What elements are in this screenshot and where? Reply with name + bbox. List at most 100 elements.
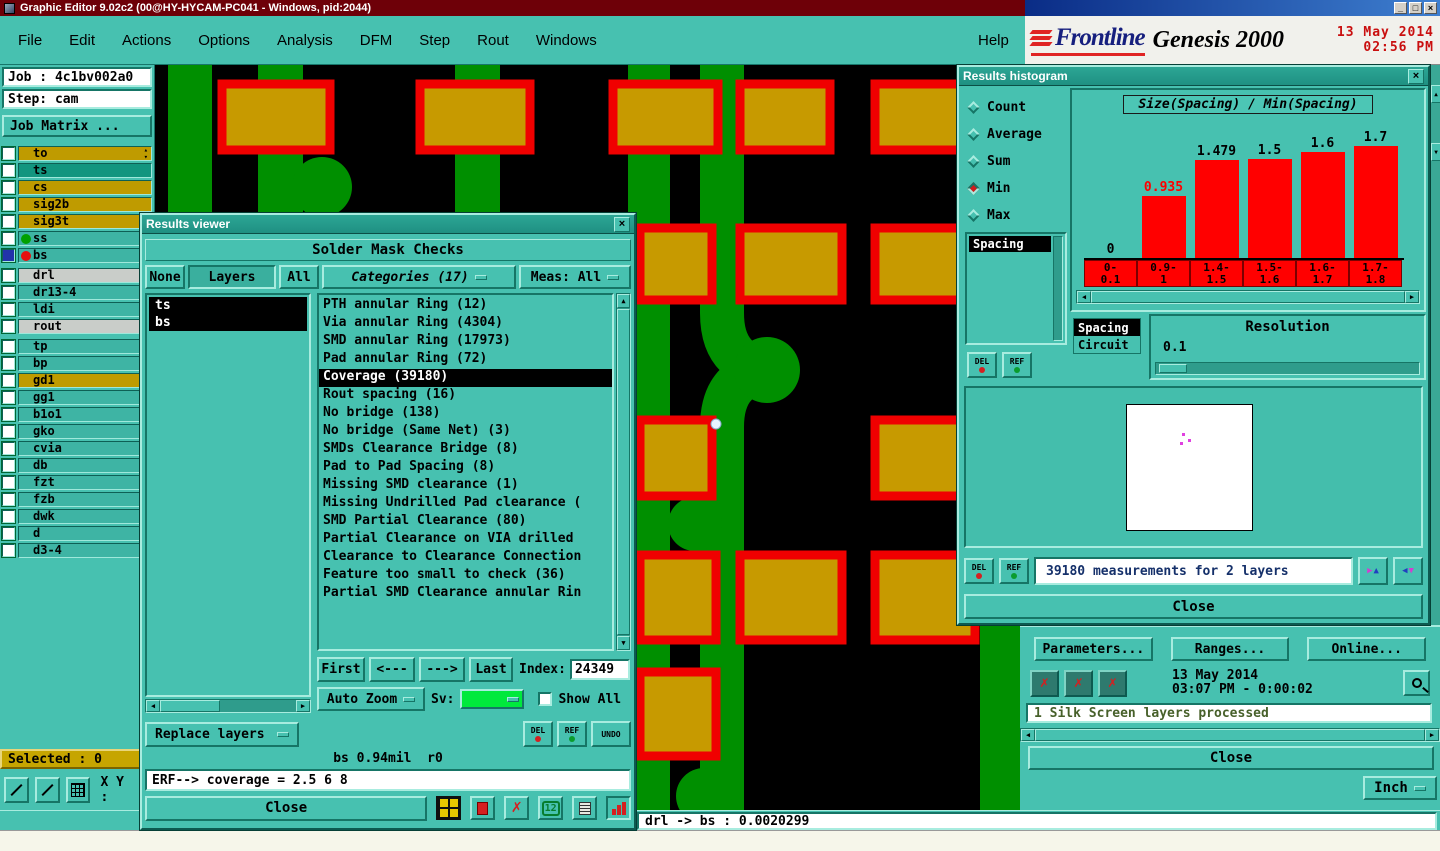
layer-row-ts[interactable]: ts <box>1 162 154 178</box>
layer-checkbox[interactable] <box>1 491 16 507</box>
result-preview-panel[interactable] <box>964 386 1423 548</box>
index-input[interactable]: 24349 <box>569 659 630 680</box>
discard-button[interactable]: ✗ <box>504 796 530 820</box>
filter-layers-button[interactable]: Layers <box>188 265 276 289</box>
layer-checkbox[interactable] <box>1 525 16 541</box>
scroll-down-icon[interactable]: ▼ <box>1431 143 1440 161</box>
layer-row-cs[interactable]: cs <box>1 179 154 195</box>
category-item[interactable]: Feature too small to check (36) <box>319 567 612 585</box>
category-item[interactable]: Partial SMD Clearance annular Rin <box>319 585 612 603</box>
layer-checkbox[interactable] <box>1 440 16 456</box>
layer-row-ss[interactable]: ss <box>1 230 154 246</box>
layer-checkbox[interactable] <box>1 267 16 283</box>
canvas-vertical-scrollbar[interactable]: ▲ ▼ <box>1430 65 1440 625</box>
radio-icon[interactable] <box>967 128 980 141</box>
layer-row-to[interactable]: to ▴ ▾ <box>1 145 154 161</box>
measure-list-item[interactable]: Spacing <box>969 236 1051 252</box>
category-item[interactable]: Missing Undrilled Pad clearance ( <box>319 495 612 513</box>
layer-checkbox[interactable] <box>1 247 16 263</box>
radio-min[interactable]: Min <box>967 175 1042 202</box>
menu-dfm[interactable]: DFM <box>360 32 393 49</box>
layer-checkbox[interactable] <box>1 318 16 334</box>
layer-row-tp[interactable]: tp <box>1 338 154 354</box>
layer-row-gg1[interactable]: gg1 <box>1 389 154 405</box>
analysis-tool-button-2[interactable]: ✗ <box>1064 669 1093 697</box>
del-button[interactable]: DEL <box>523 721 553 747</box>
menu-help[interactable]: Help <box>978 32 1009 49</box>
category-item[interactable]: PTH annular Ring (12) <box>319 297 612 315</box>
last-button[interactable]: Last <box>469 657 513 682</box>
scroll-right-icon[interactable]: ▶ <box>1425 729 1439 741</box>
layer-row-fzt[interactable]: fzt <box>1 474 154 490</box>
tile-view-button[interactable] <box>436 796 462 820</box>
category-item[interactable]: Pad to Pad Spacing (8) <box>319 459 612 477</box>
units-dropdown[interactable]: Inch <box>1363 776 1437 800</box>
sub-list-item[interactable]: Spacing <box>1074 319 1140 336</box>
layer-checkbox[interactable] <box>1 542 16 558</box>
scroll-right-icon[interactable]: ▶ <box>1405 291 1419 303</box>
layer-checkbox[interactable] <box>1 162 16 178</box>
scroll-left-icon[interactable]: ◀ <box>146 700 160 712</box>
category-item[interactable]: No bridge (Same Net) (3) <box>319 423 612 441</box>
list-report-button[interactable] <box>572 796 598 820</box>
layer-checkbox[interactable] <box>1 508 16 524</box>
scrollbar-thumb[interactable] <box>160 700 220 712</box>
results-viewer-titlebar[interactable]: Results viewer × <box>142 215 634 234</box>
layer-checkbox[interactable] <box>1 213 16 229</box>
analysis-tool-button-1[interactable]: ✗ <box>1030 669 1059 697</box>
layer-row-sig2b[interactable]: sig2b <box>1 196 154 212</box>
scroll-up-icon[interactable]: ▲ <box>1431 85 1440 103</box>
radio-sum[interactable]: Sum <box>967 148 1042 175</box>
layer-checkbox[interactable] <box>1 372 16 388</box>
job-matrix-button[interactable]: Job Matrix ... <box>2 115 152 137</box>
category-item[interactable]: Via annular Ring (4304) <box>319 315 612 333</box>
radio-average[interactable]: Average <box>967 121 1042 148</box>
radio-icon[interactable] <box>967 101 980 114</box>
scroll-right-icon[interactable]: ▶ <box>296 700 310 712</box>
layer-checkbox[interactable] <box>1 355 16 371</box>
count-badge-button[interactable]: 12 <box>538 796 564 820</box>
severity-color-swatch[interactable] <box>460 689 525 709</box>
del-button[interactable]: DEL <box>967 352 997 378</box>
scrollbar-thumb[interactable] <box>1091 291 1405 303</box>
layer-checkbox[interactable] <box>1 145 16 161</box>
layer-row-gd1[interactable]: gd1 <box>1 372 154 388</box>
histogram-close-button[interactable]: Close <box>964 594 1423 619</box>
radio-selected-icon[interactable] <box>967 182 980 195</box>
category-item[interactable]: Pad annular Ring (72) <box>319 351 612 369</box>
layer-row-d[interactable]: d <box>1 525 154 541</box>
next-button[interactable]: ---> <box>419 657 465 682</box>
layer-row-db[interactable]: db <box>1 457 154 473</box>
menu-actions[interactable]: Actions <box>122 32 171 49</box>
maximize-button[interactable]: □ <box>1409 2 1422 14</box>
layer-row-fzb[interactable]: fzb <box>1 491 154 507</box>
scrollbar-thumb[interactable] <box>1035 729 1425 741</box>
layer-row-sig3t[interactable]: sig3t <box>1 213 154 229</box>
lay-checkbox[interactable] <box>1 196 16 212</box>
layer-list-item[interactable]: ts <box>149 297 307 314</box>
menu-analysis[interactable]: Analysis <box>277 32 333 49</box>
menu-edit[interactable]: Edit <box>69 32 95 49</box>
category-item[interactable]: SMD Partial Clearance (80) <box>319 513 612 531</box>
layer-checkbox[interactable] <box>1 457 16 473</box>
erf-expression-field[interactable]: ERF--> coverage = 2.5 6 8 <box>145 769 631 791</box>
ranges-button[interactable]: Ranges... <box>1170 637 1290 661</box>
layer-list-item[interactable]: bs <box>149 314 307 331</box>
main-titlebar[interactable]: Graphic Editor 9.02c2 (00@HY-HYCAM-PC041… <box>0 0 1025 16</box>
measure-tool-button[interactable] <box>4 777 29 803</box>
import-button[interactable]: ◀ ▼ <box>1393 557 1423 585</box>
minimize-button[interactable]: _ <box>1394 2 1407 14</box>
layer-row-d3-4[interactable]: d3-4 <box>1 542 154 558</box>
category-item[interactable]: No bridge (138) <box>319 405 612 423</box>
category-item[interactable]: Rout spacing (16) <box>319 387 612 405</box>
prev-button[interactable]: <--- <box>369 657 415 682</box>
layer-checkbox[interactable] <box>1 338 16 354</box>
menu-step[interactable]: Step <box>419 32 450 49</box>
scroll-left-icon[interactable]: ◀ <box>1077 291 1091 303</box>
first-button[interactable]: First <box>317 657 365 682</box>
sub-list-item[interactable]: Circuit <box>1074 336 1140 353</box>
radio-max[interactable]: Max <box>967 202 1042 229</box>
category-item[interactable]: Partial Clearance on VIA drilled <box>319 531 612 549</box>
replace-layers-dropdown[interactable]: Replace layers <box>145 721 299 747</box>
auto-zoom-dropdown[interactable]: Auto Zoom <box>317 687 425 711</box>
